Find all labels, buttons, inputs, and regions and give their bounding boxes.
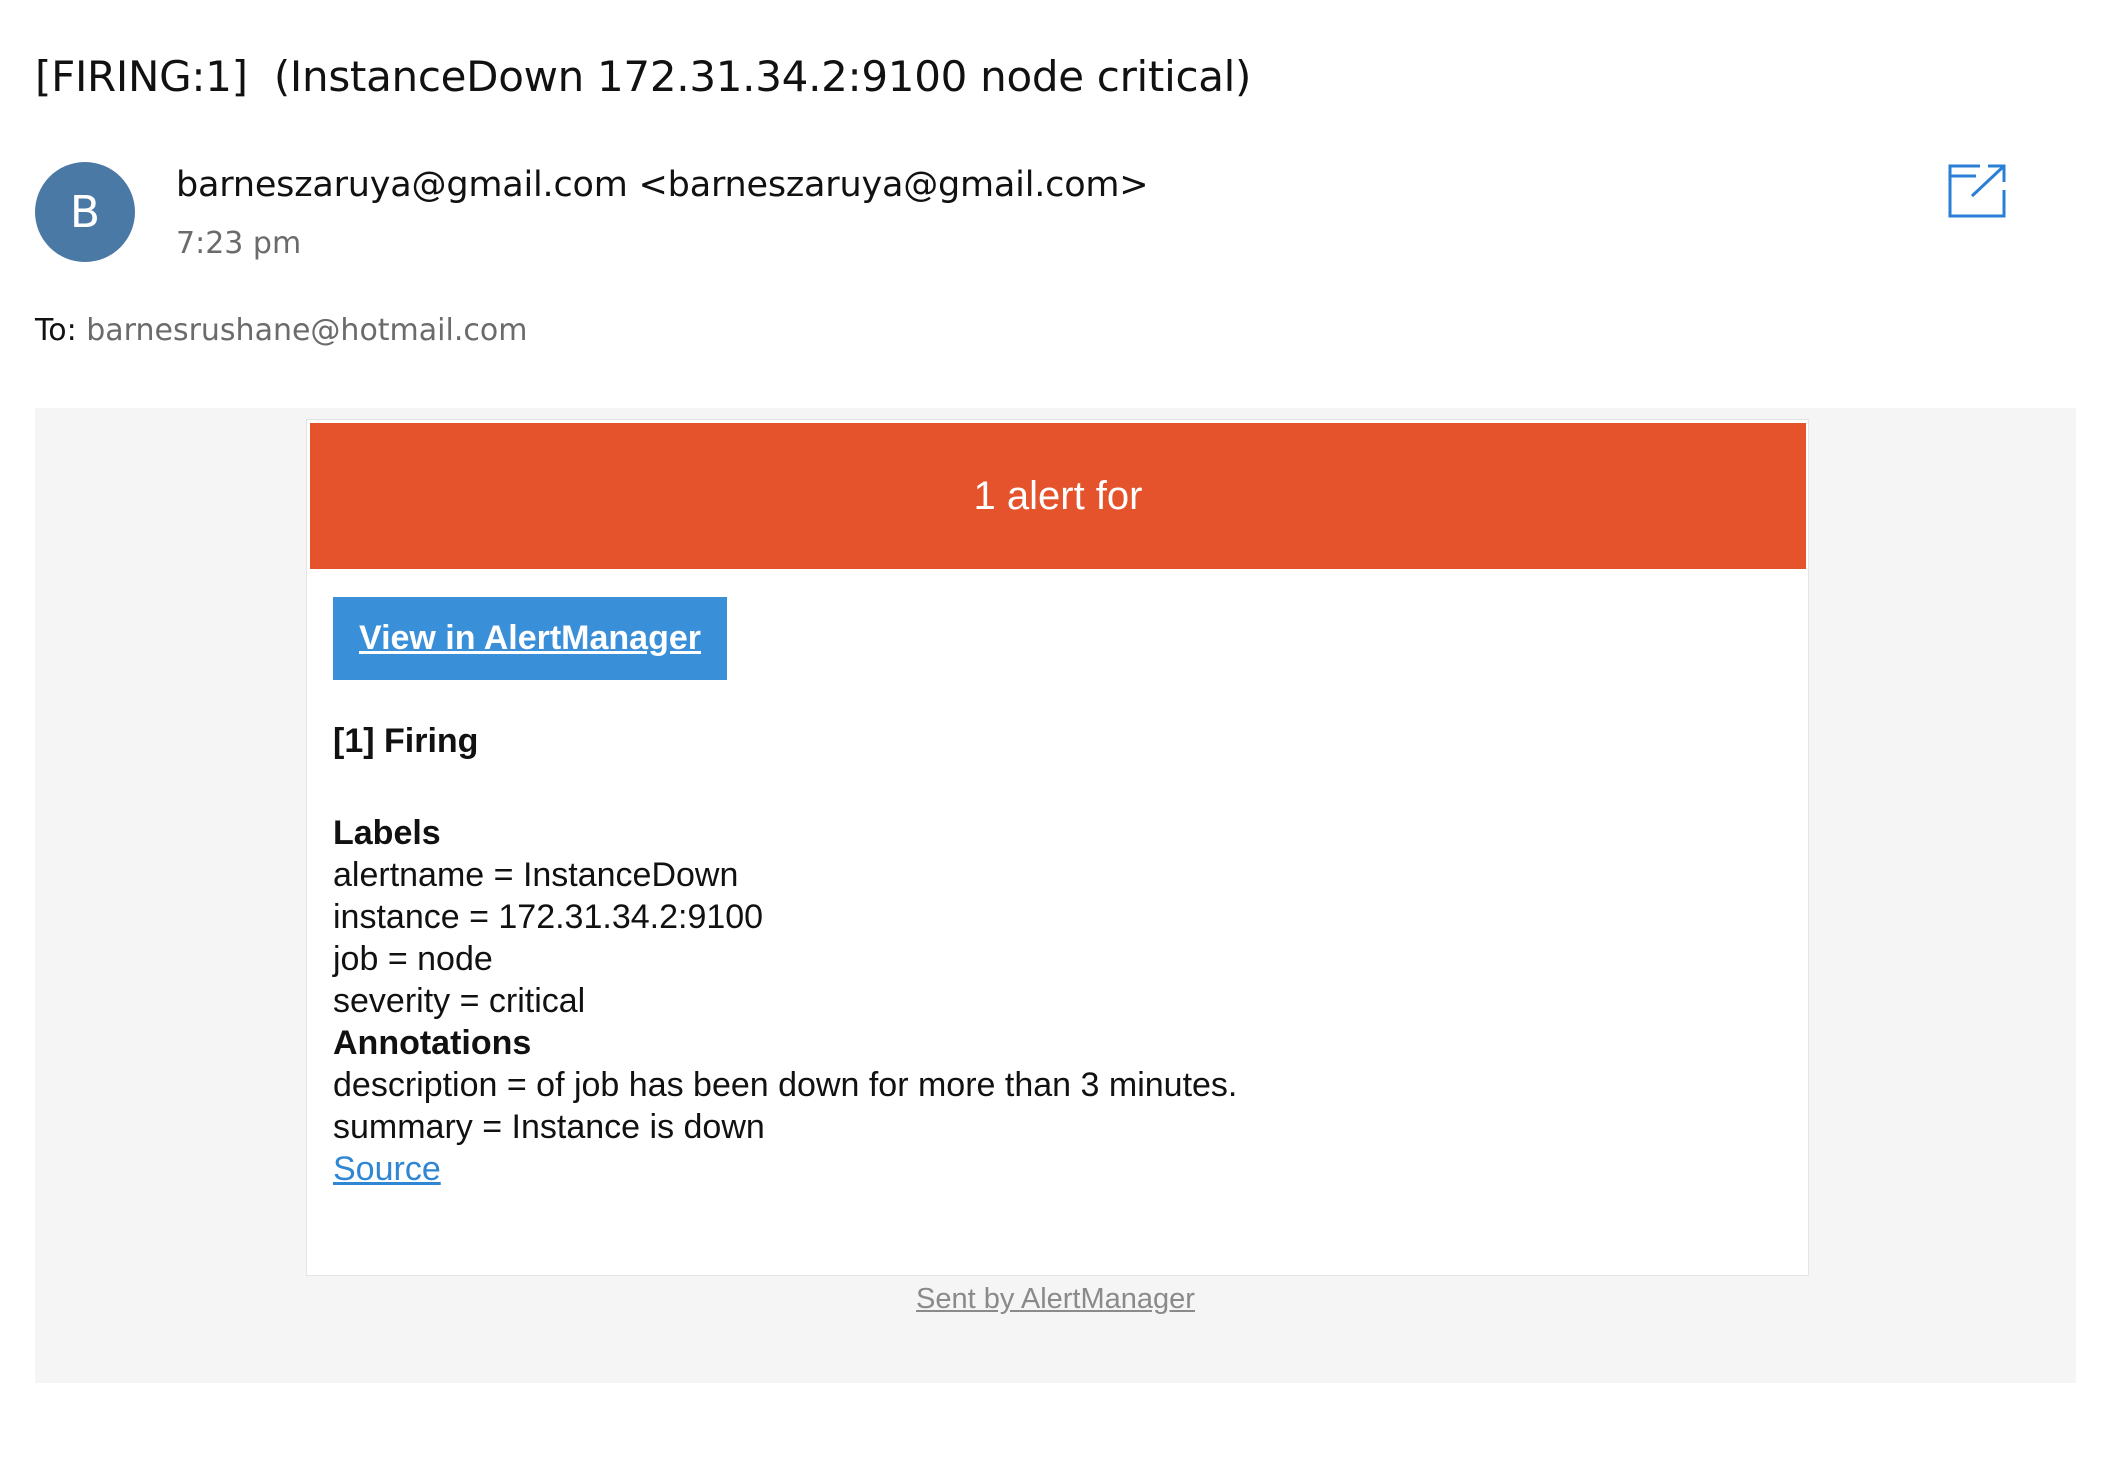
- avatar-initial: B: [69, 186, 101, 238]
- alert-header: 1 alert for: [310, 423, 1806, 569]
- view-in-alertmanager-button[interactable]: View in AlertManager: [333, 597, 727, 680]
- firing-heading: [1] Firing: [333, 722, 479, 760]
- email-footer: Sent by AlertManager: [35, 1283, 2076, 1316]
- alert-card: 1 alert for View in AlertManager [1] Fir…: [306, 419, 1809, 1276]
- label-job: job = node: [333, 940, 493, 978]
- email-body: 1 alert for View in AlertManager [1] Fir…: [35, 408, 2076, 1383]
- view-in-alertmanager-link[interactable]: View in AlertManager: [359, 619, 701, 658]
- label-severity: severity = critical: [333, 982, 586, 1020]
- label-instance: instance = 172.31.34.2:9100: [333, 898, 764, 936]
- received-time: 7:23 pm: [176, 226, 302, 261]
- label-alertname: alertname = InstanceDown: [333, 856, 739, 894]
- sender-address: barneszaruya@gmail.com <barneszaruya@gma…: [176, 165, 1149, 205]
- sent-by-alertmanager-link[interactable]: Sent by AlertManager: [916, 1283, 1195, 1315]
- annotation-summary: summary = Instance is down: [333, 1108, 765, 1146]
- labels-heading: Labels: [333, 814, 441, 852]
- alert-details: [1] Firing Labels alertname = InstanceDo…: [333, 720, 1237, 1190]
- recipient-line: To: barnesrushane@hotmail.com: [35, 313, 527, 348]
- recipient-address[interactable]: barnesrushane@hotmail.com: [86, 313, 527, 348]
- open-in-new-window-icon[interactable]: [1948, 162, 2008, 218]
- annotation-description: description = of job has been down for m…: [333, 1066, 1238, 1104]
- sender-avatar: B: [35, 162, 135, 262]
- email-subject: [FIRING:1] (InstanceDown 172.31.34.2:910…: [35, 52, 1252, 101]
- source-link[interactable]: Source: [333, 1150, 441, 1188]
- annotations-heading: Annotations: [333, 1024, 532, 1062]
- to-label: To:: [35, 313, 77, 348]
